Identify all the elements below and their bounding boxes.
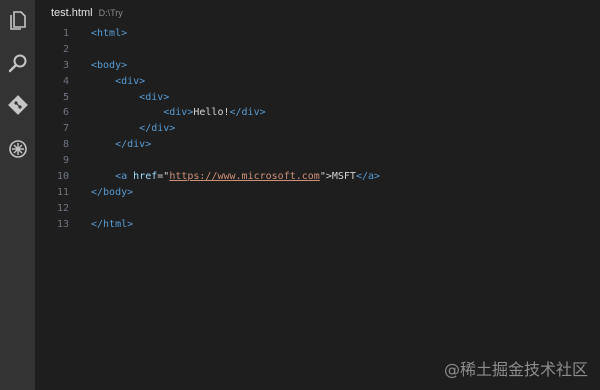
line-number: 11	[56, 186, 69, 198]
html-open-tag: <html>	[91, 28, 128, 39]
line-number: 3	[62, 59, 69, 71]
div-close-tag: </div>	[229, 107, 266, 119]
div-open-tag: <div>	[163, 107, 194, 119]
activity-bar	[0, 0, 35, 390]
url-link[interactable]: https://www.microsoft.com	[169, 171, 320, 182]
anchor-close-tag: </a>	[355, 171, 381, 183]
watermark: @稀土掘金技术社区	[443, 360, 588, 379]
debug-icon[interactable]	[0, 134, 35, 164]
html-close-tag: </html>	[91, 218, 134, 230]
code-line: 5 <div>	[35, 90, 600, 106]
code-line: 6 <div>Hello!</div>	[35, 105, 600, 121]
files-icon[interactable]	[0, 6, 35, 36]
text-content: Hello!	[193, 107, 230, 119]
editor: test.html D:\Try 1 <html> 2 3 <body> 4 <…	[35, 0, 600, 390]
code-line: 3 <body>	[35, 58, 600, 74]
search-icon[interactable]	[0, 48, 35, 78]
line-number: 4	[62, 75, 69, 87]
line-number: 12	[56, 202, 69, 214]
href-attribute: href	[133, 171, 158, 183]
div-close-tag: </div>	[139, 123, 176, 135]
file-name[interactable]: test.html	[51, 7, 93, 19]
editor-title: test.html D:\Try	[51, 7, 123, 23]
anchor-open-tag: <a	[115, 171, 128, 183]
code-line: 12	[35, 201, 600, 217]
code-line: 8 </div>	[35, 137, 600, 153]
line-number: 13	[56, 218, 69, 230]
file-path: D:\Try	[98, 8, 123, 18]
div-open-tag: <div>	[115, 75, 146, 87]
link-text: MSFT	[331, 171, 356, 183]
line-number: 8	[62, 139, 69, 151]
line-number: 10	[56, 171, 69, 183]
line-number: 7	[62, 123, 69, 135]
attr-equals: ="	[157, 171, 170, 183]
line-number: 2	[62, 43, 69, 55]
code-line: 13 </html>	[35, 217, 600, 233]
line-number: 5	[62, 91, 69, 103]
line-number: 6	[62, 107, 69, 119]
code-line: 7 </div>	[35, 121, 600, 137]
code-line: 2	[35, 42, 600, 58]
body-open-tag: <body>	[91, 59, 128, 71]
line-number: 9	[62, 155, 69, 167]
code-line: 9	[35, 153, 600, 169]
code-area[interactable]: 1 <html> 2 3 <body> 4 <div> 5 <div> 6 <d…	[35, 26, 600, 233]
code-line: 1 <html>	[35, 26, 600, 42]
div-close-tag: </div>	[115, 139, 152, 151]
body-close-tag: </body>	[91, 186, 134, 198]
code-line: 4 <div>	[35, 74, 600, 90]
line-number: 1	[62, 28, 69, 39]
code-line: 10 <a href="https://www.microsoft.com">M…	[35, 169, 600, 185]
attr-end-quote: ">	[319, 171, 332, 183]
div-open-tag: <div>	[139, 91, 170, 103]
git-icon[interactable]	[0, 90, 35, 120]
code-line: 11 </body>	[35, 185, 600, 201]
